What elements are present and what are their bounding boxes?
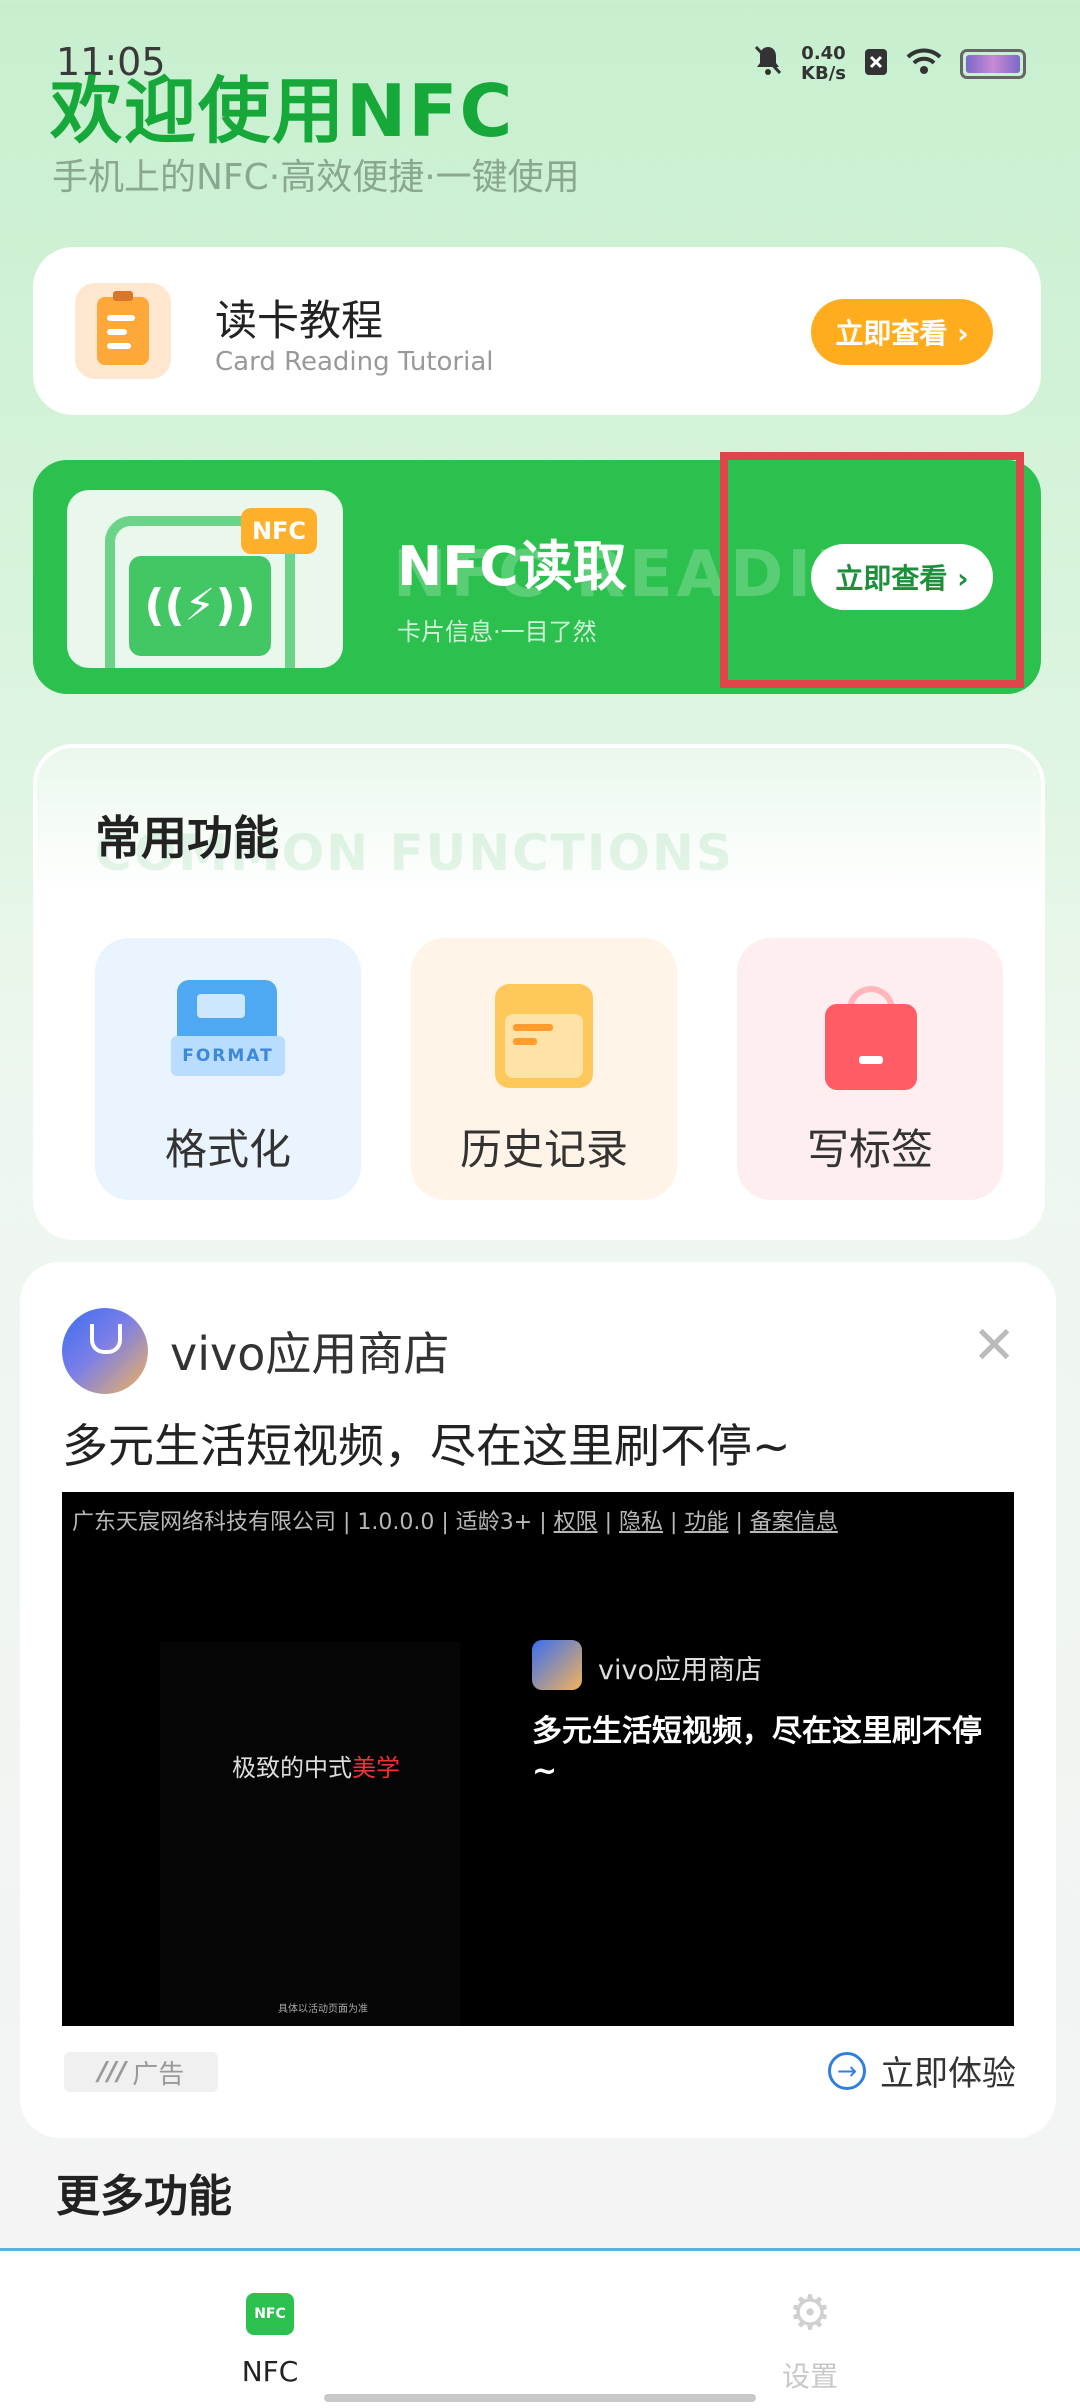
history-tile[interactable]: 历史记录 [411,938,677,1200]
tab-nfc-label: NFC [241,2355,299,2388]
more-functions-title: 更多功能 [56,2171,232,2222]
card-reading-tutorial-card[interactable]: 读卡教程 Card Reading Tutorial 立即查看 › [33,247,1041,415]
page-subtitle: 手机上的NFC·高效便捷·一键使用 [52,157,580,198]
nfc-tag-badge: NFC [241,508,317,554]
format-label: 格式化 [164,1125,291,1174]
video-fine-print: 具体以活动页面为准 [278,2004,368,2015]
privacy-link[interactable]: 隐私 [619,1510,663,1535]
ad-badge: /// 广告 [64,2052,218,2092]
sim-off-icon [864,48,888,80]
format-tile[interactable]: FORMAT 格式化 [95,938,361,1200]
ad-card[interactable]: vivo应用商店 ✕ 多元生活短视频，尽在这里刷不停~ 广东天宸网络科技有限公司… [20,1262,1056,2138]
wifi-icon [906,48,942,80]
history-folder-icon [495,984,593,1088]
mute-bell-icon [753,44,783,84]
ad-mark-icon: /// [97,2057,127,2087]
format-icon: FORMAT [171,980,285,1088]
nfc-icon: NFC [246,2293,294,2335]
bottom-nav: NFC NFC ⚙ 设置 [0,2248,1080,2408]
common-title: 常用功能 [95,811,279,865]
close-icon[interactable]: ✕ [972,1320,1016,1372]
tab-settings[interactable]: ⚙ 设置 [540,2251,1080,2408]
battery-icon [960,49,1026,79]
tutorial-subtitle: Card Reading Tutorial [215,347,494,377]
video-overlay-text: 多元生活短视频，尽在这里刷不停~ [532,1714,982,1789]
highlight-box [720,452,1024,688]
status-icons: 0.40 KB/s [753,44,1026,84]
nfc-signal-icon: ((⚡)) [129,556,271,656]
filing-info-link[interactable]: 备案信息 [750,1510,838,1535]
arrow-in-icon: → [828,2051,866,2090]
write-tag-tile[interactable]: 写标签 [737,938,1003,1200]
app-store-logo-icon [62,1308,148,1394]
nfc-title: NFC读取 [397,535,627,598]
write-tag-label: 写标签 [806,1125,933,1174]
tab-settings-label: 设置 [781,2360,838,2393]
video-left-panel [160,1642,460,2026]
video-app-name: vivo应用商店 [598,1655,762,1686]
permissions-link[interactable]: 权限 [554,1510,598,1535]
write-tag-bag-icon [825,986,917,1090]
cta-label: 立即体验 [880,2054,1016,2094]
video-app-logo-icon [532,1640,582,1690]
clipboard-icon [75,283,171,379]
ad-headline: 多元生活短视频，尽在这里刷不停~ [62,1419,791,1473]
ad-video[interactable]: 广东天宸网络科技有限公司 | 1.0.0.0 | 适龄3+ | 权限 | 隐私 … [62,1492,1014,2026]
gear-icon: ⚙ [788,2285,832,2341]
ad-app-name: vivo应用商店 [170,1327,450,1381]
video-left-text: 极致的中式美学 [232,1754,400,1782]
ad-meta-line: 广东天宸网络科技有限公司 | 1.0.0.0 | 适龄3+ | 权限 | 隐私 … [72,1510,838,1535]
tab-nfc[interactable]: NFC NFC [0,2251,540,2408]
try-now-button[interactable]: → 立即体验 [828,2046,1016,2095]
common-functions-card: COMMON FUNCTIONS 常用功能 FORMAT 格式化 历史记录 写标… [33,744,1045,1240]
tutorial-title: 读卡教程 [215,296,384,345]
page-title: 欢迎使用NFC [50,69,515,153]
nfc-phone-illustration: ((⚡)) NFC [67,490,343,668]
home-indicator[interactable] [324,2394,756,2402]
tutorial-view-button[interactable]: 立即查看 › [811,299,993,365]
nfc-subtitle: 卡片信息·一目了然 [397,618,597,646]
network-speed: 0.40 KB/s [801,43,846,84]
features-link[interactable]: 功能 [684,1510,728,1535]
history-label: 历史记录 [459,1125,628,1174]
